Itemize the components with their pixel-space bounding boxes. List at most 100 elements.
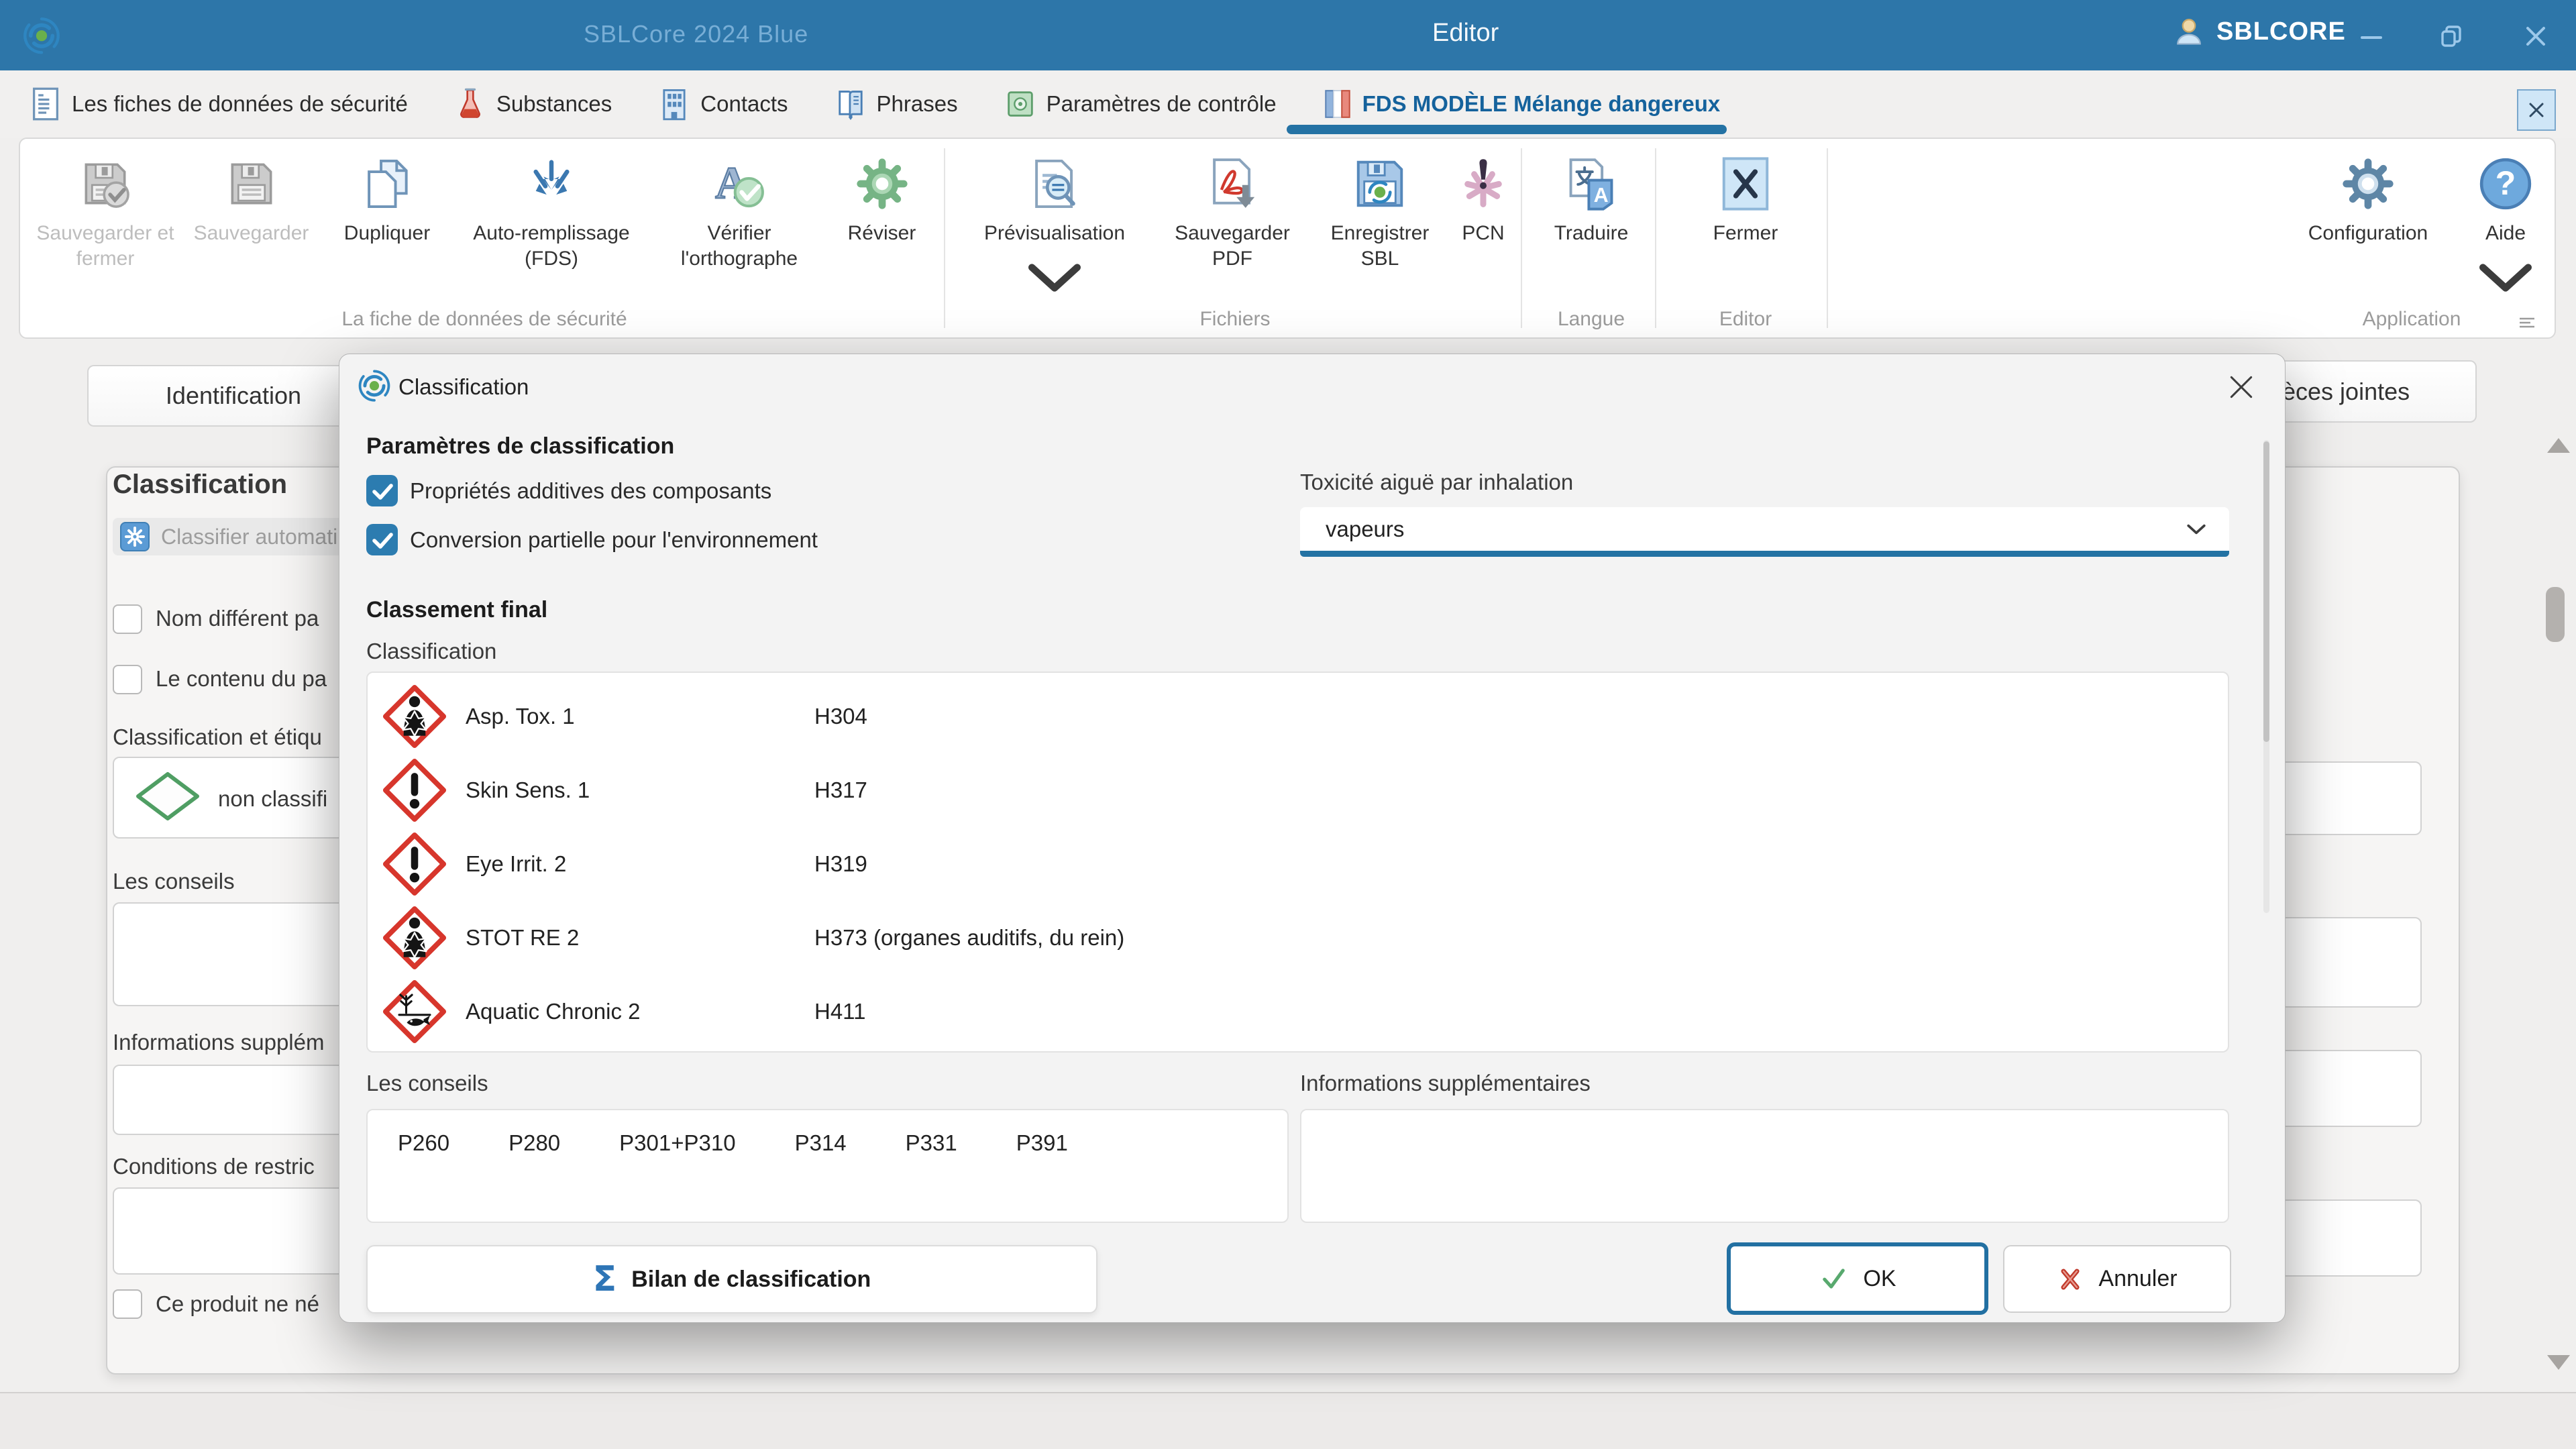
dialog-logo-icon [357, 368, 392, 402]
classification-row[interactable]: Aquatic Chronic 2 H411 [368, 975, 2228, 1049]
revise-button[interactable]: Réviser [826, 139, 937, 308]
field-label: Conditions de restric [113, 1154, 315, 1179]
account-button[interactable]: SBLCORE [2174, 16, 2346, 47]
dialog-scrollbar[interactable] [2263, 440, 2269, 913]
hazard-code: H373 (organes auditifs, du rein) [814, 925, 1124, 951]
dialog-close-button[interactable] [2224, 370, 2258, 404]
form-field[interactable] [2267, 1050, 2422, 1127]
tab-control-parameters[interactable]: Paramètres de contrôle [1005, 70, 1277, 138]
tab-fds-document[interactable]: FDS MODÈLE Mélange dangereux [1324, 70, 1721, 138]
help-button[interactable]: Aide [2462, 139, 2549, 308]
scroll-down-arrow[interactable] [2547, 1355, 2570, 1370]
classification-row[interactable]: Asp. Tox. 1 H304 [368, 680, 2228, 753]
pcn-button[interactable]: PCN [1450, 139, 1516, 308]
button-label: Auto-remplissage (FDS) [468, 221, 635, 272]
scrollbar-thumb[interactable] [2546, 587, 2565, 642]
check-icon [367, 525, 398, 555]
select-value: vapeurs [1326, 517, 2186, 542]
additive-properties-checkbox[interactable]: Propriétés additives des composants [366, 475, 771, 506]
hazard-class: Eye Irrit. 2 [466, 851, 814, 877]
advice-field[interactable] [113, 902, 354, 1006]
translate-button[interactable]: Traduire [1531, 139, 1652, 308]
button-label: Prévisualisation [984, 221, 1125, 246]
ok-button[interactable]: OK [1727, 1242, 1988, 1315]
scroll-up-arrow[interactable] [2547, 438, 2570, 453]
minimize-button[interactable] [2348, 17, 2395, 55]
close-window-button[interactable] [2512, 17, 2559, 55]
form-field[interactable] [2267, 1199, 2422, 1277]
auto-classify-button[interactable]: Classifier automati [113, 518, 361, 555]
restriction-field[interactable] [113, 1187, 354, 1275]
classification-row[interactable]: Eye Irrit. 2 H319 [368, 827, 2228, 901]
classification-row[interactable]: STOT RE 2 H373 (organes auditifs, du rei… [368, 901, 2228, 975]
autofill-fds-button[interactable]: Auto-remplissage (FDS) [451, 139, 652, 308]
configuration-button[interactable]: Configuration [2274, 139, 2462, 308]
spellcheck-button[interactable]: Vérifier l'orthographe [652, 139, 826, 308]
tab-contacts[interactable]: Contacts [659, 70, 788, 138]
restore-button[interactable] [2428, 17, 2475, 55]
button-label: Aide [2485, 221, 2526, 246]
chevron-down-icon [2477, 249, 2534, 307]
duplicate-icon [358, 155, 416, 213]
button-label: Configuration [2308, 221, 2428, 246]
additional-info-textarea[interactable] [1300, 1109, 2229, 1223]
p-phrase[interactable]: P331 [906, 1130, 957, 1222]
button-label: Réviser [848, 221, 916, 246]
package-content-checkbox[interactable] [113, 665, 142, 694]
hazard-class: Aquatic Chronic 2 [466, 999, 814, 1024]
module-tabbar: Les fiches de données de sécurité Substa… [0, 70, 2576, 138]
tab-label: FDS MODÈLE Mélange dangereux [1362, 91, 1721, 117]
section-tab-identification[interactable]: Identification [87, 365, 380, 427]
different-name-checkbox[interactable] [113, 604, 142, 634]
checkbox-label: Conversion partielle pour l'environnemen… [410, 527, 818, 553]
p-phrase[interactable]: P391 [1016, 1130, 1068, 1222]
button-label: Enregistrer SBL [1320, 221, 1440, 272]
hazard-class: Asp. Tox. 1 [466, 704, 814, 729]
dialog-title: Classification [398, 374, 529, 400]
p-phrase[interactable]: P301+P310 [619, 1130, 735, 1222]
save-button[interactable]: Sauvegarder [179, 139, 323, 308]
tab-phrases[interactable]: Phrases [835, 70, 958, 138]
classification-summary-button[interactable]: Σ Bilan de classification [366, 1245, 1097, 1313]
additional-info-field[interactable] [113, 1065, 354, 1135]
p-phrase[interactable]: P314 [795, 1130, 847, 1222]
additional-info-label: Informations supplémentaires [1300, 1071, 1591, 1096]
button-label: Sauvegarder PDF [1165, 221, 1299, 272]
building-icon [659, 87, 690, 121]
classification-row[interactable]: Skin Sens. 1 H317 [368, 753, 2228, 827]
form-field[interactable] [2267, 761, 2422, 835]
save-sbl-button[interactable]: Enregistrer SBL [1309, 139, 1450, 308]
chevron-down-icon [1026, 249, 1083, 307]
flask-icon [455, 87, 486, 121]
partial-conversion-checkbox[interactable]: Conversion partielle pour l'environnemen… [366, 524, 818, 555]
french-flag-icon [1324, 87, 1352, 121]
checkbox-label: Propriétés additives des composants [410, 478, 771, 504]
book-icon [835, 87, 866, 121]
pcn-icon [1454, 155, 1512, 213]
button-label: Bilan de classification [631, 1267, 871, 1293]
p-phrases-box[interactable]: P260 P280 P301+P310 P314 P331 P391 [366, 1109, 1289, 1223]
close-document-tab-button[interactable] [2517, 89, 2556, 131]
button-label: Dupliquer [344, 221, 430, 246]
tab-substances[interactable]: Substances [455, 70, 612, 138]
close-editor-button[interactable]: Fermer [1685, 139, 1806, 308]
form-field[interactable] [2267, 917, 2422, 1008]
save-pdf-button[interactable]: Sauvegarder PDF [1155, 139, 1309, 308]
no-sds-needed-checkbox[interactable] [113, 1289, 142, 1319]
inhalation-label: Toxicité aiguë par inhalation [1300, 470, 1573, 495]
spellcheck-icon [710, 155, 768, 213]
button-label: Classifier automati [161, 525, 337, 549]
cancel-button[interactable]: Annuler [2003, 1245, 2231, 1313]
p-phrase[interactable]: P260 [398, 1130, 449, 1222]
p-phrase[interactable]: P280 [508, 1130, 560, 1222]
preview-button[interactable]: Prévisualisation [954, 139, 1155, 308]
tab-sds-list[interactable]: Les fiches de données de sécurité [30, 70, 408, 138]
button-label: OK [1863, 1266, 1896, 1292]
app-logo-icon [21, 15, 62, 55]
dialog-scrollbar-thumb[interactable] [2263, 441, 2269, 742]
group-options-icon[interactable] [2517, 316, 2537, 329]
duplicate-button[interactable]: Dupliquer [323, 139, 451, 308]
ribbon-group-sds: Sauvegarder et fermer Sauvegarder Dupliq… [28, 139, 941, 337]
inhalation-select[interactable]: vapeurs [1300, 507, 2229, 557]
save-and-close-button[interactable]: Sauvegarder et fermer [32, 139, 179, 308]
